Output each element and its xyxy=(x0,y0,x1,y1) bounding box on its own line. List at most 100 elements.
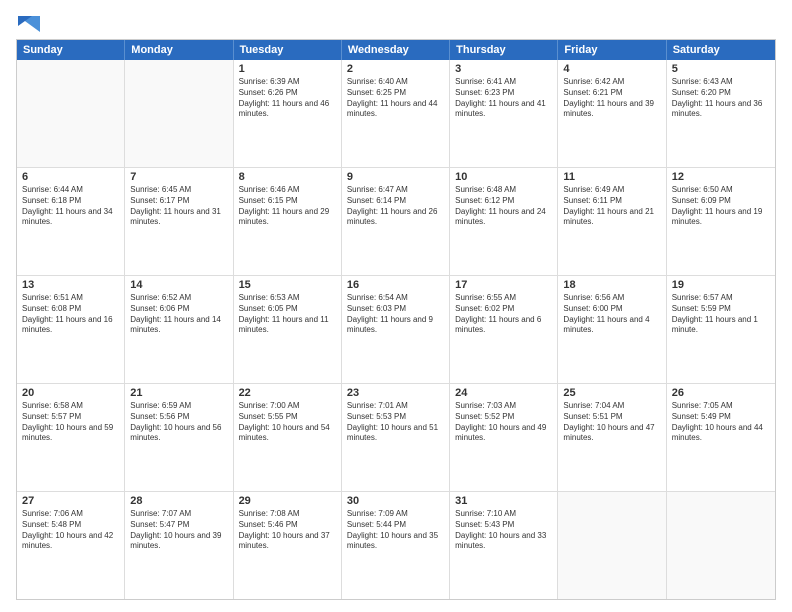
day-number: 15 xyxy=(239,279,336,291)
calendar-cell: 30 Sunrise: 7:09 AM Sunset: 5:44 PM Dayli… xyxy=(342,492,450,599)
calendar-cell: 12 Sunrise: 6:50 AM Sunset: 6:09 PM Dayli… xyxy=(667,168,775,275)
day-number: 4 xyxy=(563,63,660,75)
calendar-cell: 6 Sunrise: 6:44 AM Sunset: 6:18 PM Daylig… xyxy=(17,168,125,275)
day-number: 31 xyxy=(455,495,552,507)
calendar-cell: 22 Sunrise: 7:00 AM Sunset: 5:55 PM Dayli… xyxy=(234,384,342,491)
header xyxy=(16,12,776,31)
calendar-row: 20Sunrise: 6:58 AM Sunset: 5:57 PM Dayli… xyxy=(17,384,775,492)
day-number: 20 xyxy=(22,387,119,399)
day-number: 21 xyxy=(130,387,227,399)
weekday-header: Sunday xyxy=(17,40,125,60)
calendar-cell: 24 Sunrise: 7:03 AM Sunset: 5:52 PM Dayli… xyxy=(450,384,558,491)
day-number: 27 xyxy=(22,495,119,507)
calendar-cell: 7Sunrise: 6:45 AM Sunset: 6:17 PM Daylig… xyxy=(125,168,233,275)
cell-info: Sunrise: 6:44 AM Sunset: 6:18 PM Dayligh… xyxy=(22,185,119,228)
day-number: 17 xyxy=(455,279,552,291)
cell-info: Sunrise: 6:55 AM Sunset: 6:02 PM Dayligh… xyxy=(455,293,552,336)
day-number: 28 xyxy=(130,495,227,507)
day-number: 26 xyxy=(672,387,770,399)
cell-info: Sunrise: 7:00 AM Sunset: 5:55 PM Dayligh… xyxy=(239,401,336,444)
calendar-cell xyxy=(125,60,233,167)
calendar-cell: 11 Sunrise: 6:49 AM Sunset: 6:11 PM Dayli… xyxy=(558,168,666,275)
cell-info: Sunrise: 7:07 AM Sunset: 5:47 PM Dayligh… xyxy=(130,509,227,552)
cell-info: Sunrise: 6:46 AM Sunset: 6:15 PM Dayligh… xyxy=(239,185,336,228)
weekday-header: Tuesday xyxy=(234,40,342,60)
day-number: 6 xyxy=(22,171,119,183)
cell-info: Sunrise: 6:40 AM Sunset: 6:25 PM Dayligh… xyxy=(347,77,444,120)
day-number: 19 xyxy=(672,279,770,291)
cell-info: Sunrise: 6:48 AM Sunset: 6:12 PM Dayligh… xyxy=(455,185,552,228)
calendar-cell: 25 Sunrise: 7:04 AM Sunset: 5:51 PM Dayli… xyxy=(558,384,666,491)
calendar-cell: 26 Sunrise: 7:05 AM Sunset: 5:49 PM Dayli… xyxy=(667,384,775,491)
calendar-cell xyxy=(667,492,775,599)
weekday-header: Thursday xyxy=(450,40,558,60)
calendar-cell: 28 Sunrise: 7:07 AM Sunset: 5:47 PM Dayli… xyxy=(125,492,233,599)
cell-info: Sunrise: 7:08 AM Sunset: 5:46 PM Dayligh… xyxy=(239,509,336,552)
calendar: SundayMondayTuesdayWednesdayThursdayFrid… xyxy=(16,39,776,600)
cell-info: Sunrise: 6:41 AM Sunset: 6:23 PM Dayligh… xyxy=(455,77,552,120)
day-number: 5 xyxy=(672,63,770,75)
cell-info: Sunrise: 7:05 AM Sunset: 5:49 PM Dayligh… xyxy=(672,401,770,444)
day-number: 24 xyxy=(455,387,552,399)
weekday-header: Monday xyxy=(125,40,233,60)
calendar-header: SundayMondayTuesdayWednesdayThursdayFrid… xyxy=(17,40,775,60)
day-number: 29 xyxy=(239,495,336,507)
cell-info: Sunrise: 6:59 AM Sunset: 5:56 PM Dayligh… xyxy=(130,401,227,444)
cell-info: Sunrise: 7:03 AM Sunset: 5:52 PM Dayligh… xyxy=(455,401,552,444)
cell-info: Sunrise: 6:49 AM Sunset: 6:11 PM Dayligh… xyxy=(563,185,660,228)
day-number: 9 xyxy=(347,171,444,183)
calendar-cell: 29 Sunrise: 7:08 AM Sunset: 5:46 PM Dayli… xyxy=(234,492,342,599)
day-number: 25 xyxy=(563,387,660,399)
cell-info: Sunrise: 7:04 AM Sunset: 5:51 PM Dayligh… xyxy=(563,401,660,444)
cell-info: Sunrise: 6:50 AM Sunset: 6:09 PM Dayligh… xyxy=(672,185,770,228)
calendar-row: 27 Sunrise: 7:06 AM Sunset: 5:48 PM Dayli… xyxy=(17,492,775,599)
calendar-cell: 23 Sunrise: 7:01 AM Sunset: 5:53 PM Dayli… xyxy=(342,384,450,491)
weekday-header: Friday xyxy=(558,40,666,60)
cell-info: Sunrise: 6:43 AM Sunset: 6:20 PM Dayligh… xyxy=(672,77,770,120)
day-number: 2 xyxy=(347,63,444,75)
calendar-row: 6 Sunrise: 6:44 AM Sunset: 6:18 PM Daylig… xyxy=(17,168,775,276)
logo-icon xyxy=(18,16,40,32)
day-number: 14 xyxy=(130,279,227,291)
logo xyxy=(16,12,40,31)
calendar-cell: 18Sunrise: 6:56 AM Sunset: 6:00 PM Dayli… xyxy=(558,276,666,383)
calendar-row: 13Sunrise: 6:51 AM Sunset: 6:08 PM Dayli… xyxy=(17,276,775,384)
calendar-cell: 20Sunrise: 6:58 AM Sunset: 5:57 PM Dayli… xyxy=(17,384,125,491)
day-number: 11 xyxy=(563,171,660,183)
cell-info: Sunrise: 7:09 AM Sunset: 5:44 PM Dayligh… xyxy=(347,509,444,552)
day-number: 7 xyxy=(130,171,227,183)
day-number: 23 xyxy=(347,387,444,399)
calendar-cell: 15 Sunrise: 6:53 AM Sunset: 6:05 PM Dayli… xyxy=(234,276,342,383)
calendar-cell: 3 Sunrise: 6:41 AM Sunset: 6:23 PM Daylig… xyxy=(450,60,558,167)
day-number: 16 xyxy=(347,279,444,291)
day-number: 22 xyxy=(239,387,336,399)
calendar-body: 1Sunrise: 6:39 AM Sunset: 6:26 PM Daylig… xyxy=(17,60,775,599)
calendar-cell: 1Sunrise: 6:39 AM Sunset: 6:26 PM Daylig… xyxy=(234,60,342,167)
cell-info: Sunrise: 7:06 AM Sunset: 5:48 PM Dayligh… xyxy=(22,509,119,552)
calendar-row: 1Sunrise: 6:39 AM Sunset: 6:26 PM Daylig… xyxy=(17,60,775,168)
calendar-cell: 16 Sunrise: 6:54 AM Sunset: 6:03 PM Dayli… xyxy=(342,276,450,383)
calendar-cell: 19 Sunrise: 6:57 AM Sunset: 5:59 PM Dayli… xyxy=(667,276,775,383)
day-number: 12 xyxy=(672,171,770,183)
day-number: 3 xyxy=(455,63,552,75)
cell-info: Sunrise: 6:54 AM Sunset: 6:03 PM Dayligh… xyxy=(347,293,444,336)
cell-info: Sunrise: 7:01 AM Sunset: 5:53 PM Dayligh… xyxy=(347,401,444,444)
day-number: 8 xyxy=(239,171,336,183)
calendar-cell: 21 Sunrise: 6:59 AM Sunset: 5:56 PM Dayli… xyxy=(125,384,233,491)
calendar-cell: 5 Sunrise: 6:43 AM Sunset: 6:20 PM Daylig… xyxy=(667,60,775,167)
day-number: 10 xyxy=(455,171,552,183)
calendar-cell: 17 Sunrise: 6:55 AM Sunset: 6:02 PM Dayli… xyxy=(450,276,558,383)
day-number: 30 xyxy=(347,495,444,507)
day-number: 13 xyxy=(22,279,119,291)
calendar-cell: 8 Sunrise: 6:46 AM Sunset: 6:15 PM Daylig… xyxy=(234,168,342,275)
cell-info: Sunrise: 6:47 AM Sunset: 6:14 PM Dayligh… xyxy=(347,185,444,228)
cell-info: Sunrise: 6:57 AM Sunset: 5:59 PM Dayligh… xyxy=(672,293,770,336)
cell-info: Sunrise: 6:52 AM Sunset: 6:06 PM Dayligh… xyxy=(130,293,227,336)
weekday-header: Wednesday xyxy=(342,40,450,60)
cell-info: Sunrise: 6:56 AM Sunset: 6:00 PM Dayligh… xyxy=(563,293,660,336)
calendar-cell: 10 Sunrise: 6:48 AM Sunset: 6:12 PM Dayli… xyxy=(450,168,558,275)
calendar-cell xyxy=(558,492,666,599)
cell-info: Sunrise: 6:53 AM Sunset: 6:05 PM Dayligh… xyxy=(239,293,336,336)
calendar-cell: 13Sunrise: 6:51 AM Sunset: 6:08 PM Dayli… xyxy=(17,276,125,383)
calendar-cell xyxy=(17,60,125,167)
